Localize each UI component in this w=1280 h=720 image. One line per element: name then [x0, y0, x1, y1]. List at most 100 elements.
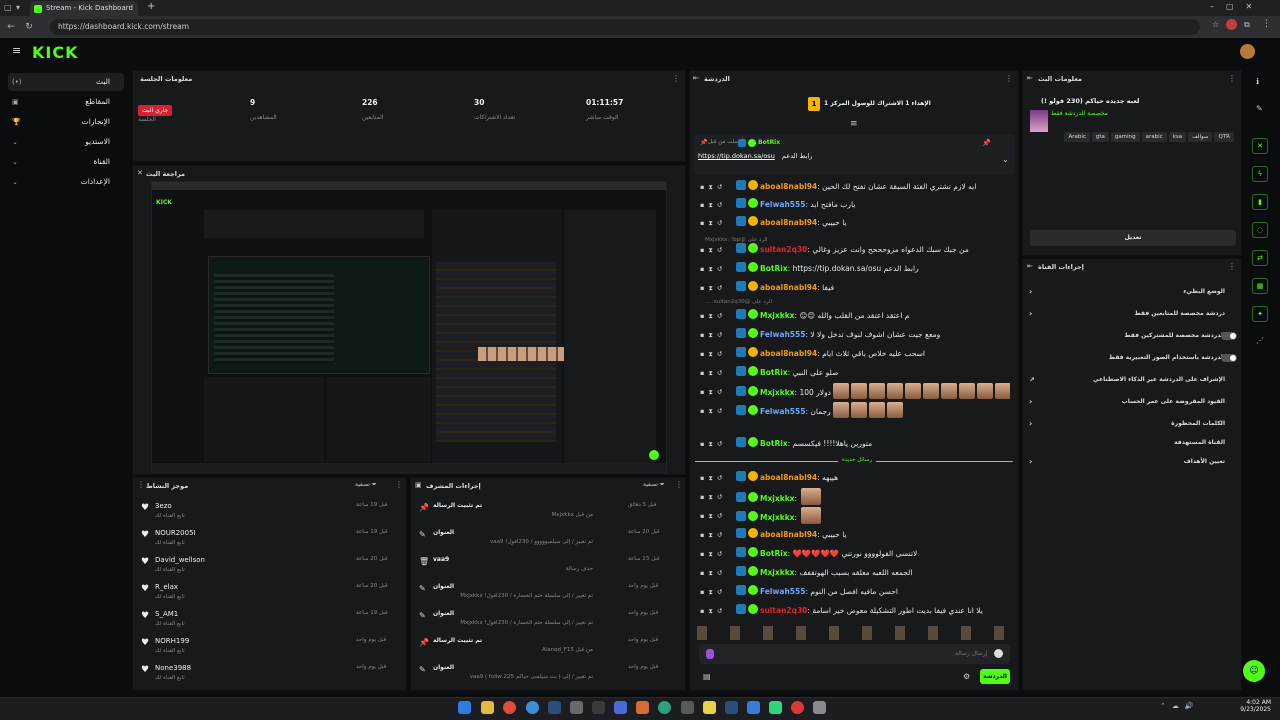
- app-icon[interactable]: [769, 701, 782, 714]
- profile-icon[interactable]: [1226, 19, 1237, 30]
- message-actions-icon[interactable]: ▪⧗↺: [700, 383, 734, 401]
- message-actions-icon[interactable]: ▪⧗↺: [700, 564, 734, 582]
- link-icon[interactable]: ⇄: [1252, 250, 1268, 266]
- message-actions-icon[interactable]: ▪⧗↺: [700, 260, 734, 278]
- chat-username[interactable]: aboal8nabl94: [760, 349, 817, 358]
- app-icon[interactable]: [703, 701, 716, 714]
- channel-action-3[interactable]: الدردشة باستخدام الصور التعبيرية فقط: [1027, 347, 1239, 369]
- toggle-switch[interactable]: [1221, 354, 1237, 362]
- message-actions-icon[interactable]: ▪⧗↺: [700, 214, 734, 232]
- stream-tag[interactable]: arabic: [1141, 132, 1167, 142]
- app-icon[interactable]: [681, 701, 694, 714]
- chat-username[interactable]: aboal8nabl94: [760, 182, 817, 191]
- chat-message[interactable]: ▪⧗↺ aboal8nabl94: ايه لازم تشتري الفئة ال…: [700, 178, 1010, 196]
- app-icon[interactable]: [614, 701, 627, 714]
- nav-item[interactable]: ⌄ الاستديو: [8, 133, 124, 151]
- message-actions-icon[interactable]: ▪⧗↺: [700, 507, 734, 525]
- chat-username[interactable]: sultan2q30: [760, 606, 807, 615]
- nav-item[interactable]: ⌄ القناة: [8, 153, 124, 171]
- stream-category[interactable]: مخصصة للدردشة فقط: [1051, 110, 1108, 117]
- channel-action-1[interactable]: دردشة مخصصة للمتابعين فقط ›: [1027, 303, 1239, 325]
- chat-username[interactable]: BotRix: [760, 264, 788, 273]
- chat-username[interactable]: Felwah555: [760, 587, 805, 596]
- pinned-expand-icon[interactable]: ⌄: [1002, 155, 1009, 164]
- message-actions-icon[interactable]: ▪⧗↺: [700, 196, 734, 214]
- chrome-icon[interactable]: [503, 701, 516, 714]
- message-actions-icon[interactable]: ▪⧗↺: [700, 307, 734, 325]
- help-chat-icon[interactable]: ☺: [1243, 660, 1265, 682]
- chat-message[interactable]: ▪⧗↺ Mxjxkkx:: [700, 488, 1010, 506]
- chat-message[interactable]: ▪⧗↺ BotRix: متورين ياهلا!!!! فيكسسم: [700, 435, 1010, 453]
- chat-message[interactable]: ▪⧗↺ Mxjxkkx: م اعتقد اعتقد من القلب والله…: [700, 307, 1010, 325]
- chat-message[interactable]: ▪⧗↺ Mxjxkkx:: [700, 507, 1010, 525]
- browser-menu-icon[interactable]: ⋮: [1262, 19, 1271, 29]
- chat-username[interactable]: BotRix: [760, 439, 788, 448]
- message-actions-icon[interactable]: ▪⧗↺: [700, 602, 734, 620]
- unpin-icon[interactable]: 📌: [982, 139, 991, 147]
- mic-icon[interactable]: [706, 649, 714, 659]
- chat-message[interactable]: ▪⧗↺ BotRix: صلو على النبي: [700, 364, 1010, 382]
- browser-tab[interactable]: Stream - Kick Dashboard: [30, 1, 138, 16]
- tab-search-icon[interactable]: ▾: [16, 3, 20, 12]
- app-icon[interactable]: [747, 701, 760, 714]
- nav-item[interactable]: 🏆 الإنجازات: [8, 113, 124, 131]
- chat-username[interactable]: aboal8nabl94: [760, 530, 817, 539]
- pinned-link[interactable]: https://tip.dokan.sa/osu: [698, 152, 775, 160]
- goal-expand-icon[interactable]: ≡: [850, 119, 858, 129]
- chat-username[interactable]: Mxjxkkx: [760, 388, 795, 397]
- clock[interactable]: 4:02 AM 9/23/2025: [1237, 699, 1271, 713]
- channel-action-2[interactable]: الدردشة مخصصة للمشتركين فقط: [1027, 325, 1239, 347]
- channel-action-8[interactable]: تعيين الأهداف ›: [1027, 451, 1239, 473]
- chat-username[interactable]: BotRix: [760, 549, 788, 558]
- chat-username[interactable]: Felwah555: [760, 330, 805, 339]
- system-tray[interactable]: ⌃☁🔊: [1160, 702, 1200, 710]
- message-actions-icon[interactable]: ▪⧗↺: [700, 326, 734, 344]
- chat-message[interactable]: ▪⧗↺ Felwah555: احسن مافيه افصل من النوم: [700, 583, 1010, 601]
- extensions-icon[interactable]: ⧉: [1244, 20, 1250, 30]
- chat-username[interactable]: Mxjxkkx: [760, 513, 795, 522]
- message-actions-icon[interactable]: ▪⧗↺: [700, 345, 734, 363]
- message-actions-icon[interactable]: ▪⧗↺: [700, 364, 734, 382]
- mod-options-icon[interactable]: ⋮: [675, 480, 683, 489]
- message-actions-icon[interactable]: ▪⧗↺: [700, 469, 734, 487]
- steam-icon[interactable]: [548, 701, 561, 714]
- send-chat-button[interactable]: الدردشة: [980, 669, 1010, 684]
- channel-action-5[interactable]: القيود المفروضة على عمر الحساب ›: [1027, 391, 1239, 413]
- chat-message[interactable]: ▪⧗↺ aboal8nabl94: يا حبيبي: [700, 214, 1010, 232]
- chat-message[interactable]: ▪⧗↺ Felwah555: رجمان: [700, 402, 1010, 420]
- message-actions-icon[interactable]: ▪⧗↺: [700, 435, 734, 453]
- chat-settings-icon[interactable]: ⚙: [963, 672, 970, 681]
- chat-username[interactable]: Felwah555: [760, 407, 805, 416]
- stream-tag[interactable]: QTR: [1214, 132, 1234, 142]
- message-actions-icon[interactable]: ▪⧗↺: [700, 526, 734, 544]
- edit-icon[interactable]: ✎: [1256, 104, 1263, 113]
- message-actions-icon[interactable]: ▪⧗↺: [700, 402, 734, 420]
- hamburger-menu-icon[interactable]: ≡: [12, 44, 21, 57]
- stream-preview-video[interactable]: KICK: [151, 181, 667, 473]
- emote-bar[interactable]: [697, 626, 1013, 640]
- app-icon[interactable]: [725, 701, 738, 714]
- chat-username[interactable]: Felwah555: [760, 200, 805, 209]
- app-icon[interactable]: [813, 701, 826, 714]
- chat-message[interactable]: ▪⧗↺ sultan2q30: يلا انا عندي فيفا بديت اط…: [700, 602, 1010, 620]
- chat-menu-icon[interactable]: ⋮: [1005, 74, 1013, 83]
- windows-start-icon[interactable]: [458, 701, 471, 714]
- channel-action-0[interactable]: الوضع البطيء ›: [1027, 281, 1239, 303]
- reload-icon[interactable]: ↻: [22, 16, 36, 38]
- app-icon[interactable]: [592, 701, 605, 714]
- browser-icon[interactable]: [526, 701, 539, 714]
- chat-message[interactable]: ▪⧗↺ sultan2q30: من جبك سبك الدعواه مزوححح…: [700, 241, 1010, 259]
- channel-action-4[interactable]: الإشراف على الدردشة عبر الذكاء الاصطناعي…: [1027, 369, 1239, 391]
- mod-filter-button[interactable]: تصفية ⏷: [643, 481, 665, 489]
- chat-message[interactable]: ▪⧗↺ aboal8nabl94: يا حبيبي: [700, 526, 1010, 544]
- lightning-icon[interactable]: ϟ: [1252, 166, 1268, 182]
- chat-message[interactable]: ▪⧗↺ Felwah555: ومعع جيت عشان اشوف لنوف تد…: [700, 326, 1010, 344]
- share-icon[interactable]: ⋰: [1256, 336, 1264, 345]
- chat-message[interactable]: ▪⧗↺ Mxjxkkx: دولار 100: [700, 383, 1010, 401]
- stream-tag[interactable]: سوالف: [1188, 132, 1213, 142]
- clip-icon[interactable]: ▮: [1252, 194, 1268, 210]
- chat-message[interactable]: ▪⧗↺ Mxjxkkx: الجمعه اللعبه معلقه بسبب اله…: [700, 564, 1010, 582]
- stream-tag[interactable]: gaming: [1110, 132, 1140, 142]
- message-actions-icon[interactable]: ▪⧗↺: [700, 178, 734, 196]
- message-actions-icon[interactable]: ▪⧗↺: [700, 241, 734, 259]
